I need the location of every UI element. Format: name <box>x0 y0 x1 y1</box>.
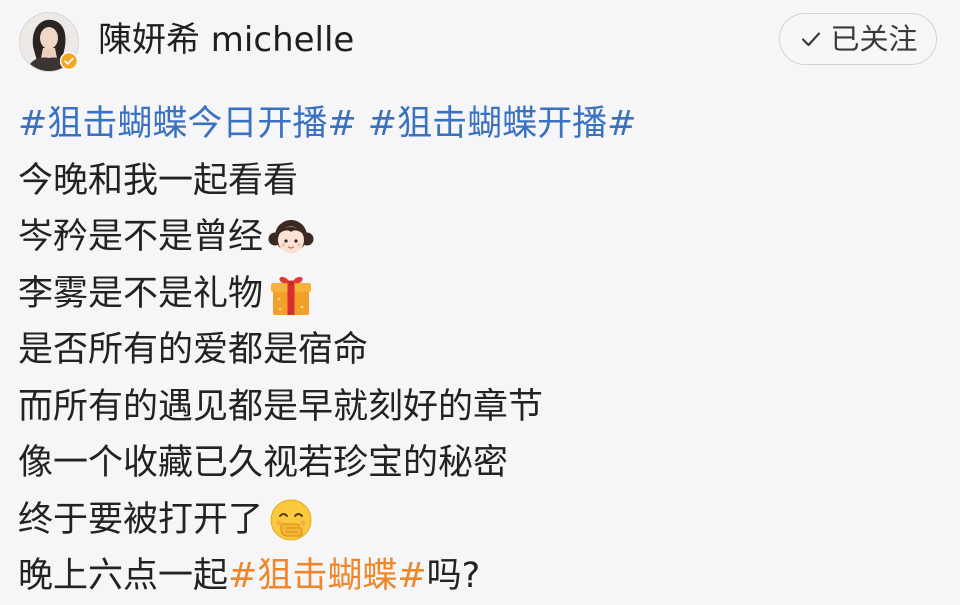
girl-emoji <box>266 212 316 262</box>
post-line: 像一个收藏已久视若珍宝的秘密 <box>18 435 948 492</box>
post-line-text: 是否所有的爱都是宿命 <box>18 330 369 370</box>
separator-text <box>357 96 368 153</box>
post-line-text: 李雾是不是礼物 <box>18 273 264 314</box>
post-header: 陳妍希 michelle 已关注 <box>0 0 960 84</box>
topic-link[interactable]: #狙击蝴蝶今日开播# <box>18 96 357 153</box>
hand-over-mouth-emoji <box>266 495 316 545</box>
post-line-text: 吗? <box>426 556 481 596</box>
topic-link[interactable]: #狙击蝴蝶# <box>228 548 427 605</box>
post-line-text: 终于要被打开了 <box>18 499 264 540</box>
gift-emoji <box>266 269 316 319</box>
post-line-text: 今晚和我一起看看 <box>18 160 299 201</box>
post-line: 终于要被打开了 <box>18 492 948 549</box>
post-line-text: 像一个收藏已久视若珍宝的秘密 <box>18 443 509 483</box>
post-line-last: 晚上六点一起 #狙击蝴蝶# 吗? <box>18 548 948 605</box>
post-line-text: 岑矜是不是曾经 <box>18 217 264 257</box>
topic-link[interactable]: #狙击蝴蝶开播# <box>368 96 637 153</box>
check-icon <box>802 32 821 47</box>
username[interactable]: 陳妍希 michelle <box>98 18 354 62</box>
post-line: 今晚和我一起看看 <box>18 153 948 210</box>
verified-badge-icon <box>60 52 78 70</box>
post-line: 而所有的遇见都是早就刻好的章节 <box>18 379 948 436</box>
post-body: #狙击蝴蝶今日开播# #狙击蝴蝶开播# 今晚和我一起看看 岑矜是不是曾经 李雾是… <box>18 96 948 605</box>
topics-line: #狙击蝴蝶今日开播# #狙击蝴蝶开播# <box>18 96 948 153</box>
post-line-text: 而所有的遇见都是早就刻好的章节 <box>18 386 544 427</box>
post-line: 岑矜是不是曾经 <box>18 209 948 266</box>
post-line: 李雾是不是礼物 <box>18 266 948 323</box>
following-label: 已关注 <box>830 21 918 56</box>
avatar[interactable] <box>19 12 79 72</box>
following-button[interactable]: 已关注 <box>779 13 937 65</box>
post-line: 是否所有的爱都是宿命 <box>18 322 948 379</box>
post-line-text: 晚上六点一起 <box>18 556 229 596</box>
